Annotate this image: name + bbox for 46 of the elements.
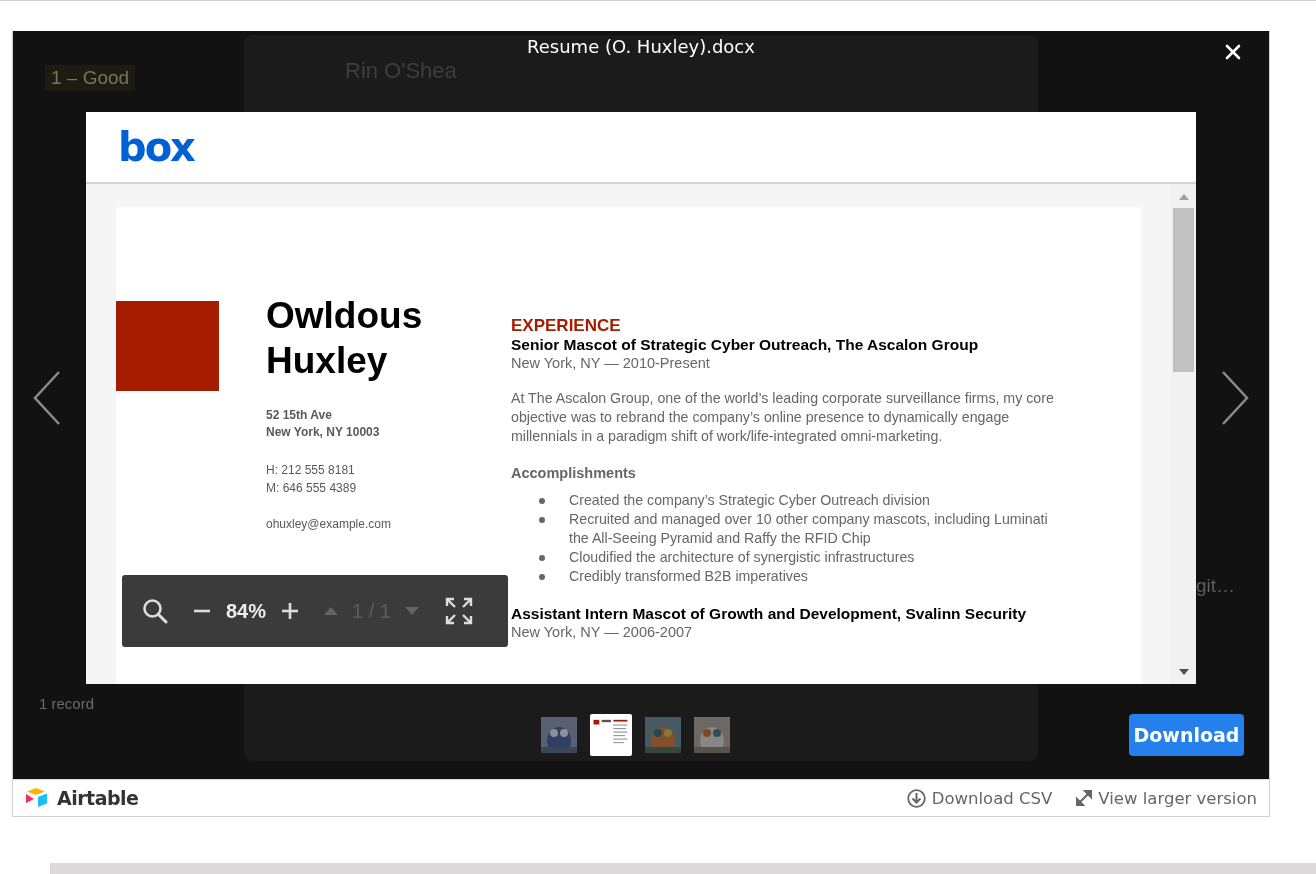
- phone-number: H: 212 555 8181: [266, 462, 356, 479]
- bullet-icon: [539, 555, 545, 561]
- download-button[interactable]: Download: [1129, 714, 1244, 756]
- bullet-text: Credibly transformed B2B imperatives: [569, 567, 808, 586]
- fullscreen-icon[interactable]: [444, 597, 473, 625]
- close-icon[interactable]: [1225, 44, 1241, 60]
- bullet-icon: [539, 517, 545, 523]
- job-title: Assistant Intern Mascot of Growth and Development, Svalinn Security: [511, 604, 1028, 623]
- phone-number: M: 646 555 4389: [266, 480, 358, 497]
- job-location-dates: New York, NY — 2010-Present: [511, 354, 711, 373]
- resume-name: Owldous: [266, 294, 424, 338]
- record-count: 1 record: [39, 695, 95, 712]
- thumbnail[interactable]: [541, 717, 577, 753]
- scrollbar[interactable]: [1171, 184, 1196, 684]
- box-logo: box: [118, 127, 194, 167]
- expand-icon: [1076, 790, 1093, 806]
- job-summary: At The Ascalon Group, one of the world’s leading corporate surveillance firms, my core objective was to rebrand the company’s online presence to dynamically engage millennials in a paradigm shift of work/life-integrated omni-marketing.: [511, 389, 1055, 446]
- footer-link[interactable]: Download CSV: [906, 788, 1053, 808]
- download-icon: [906, 788, 926, 808]
- rating-tag: 1 – Good: [45, 65, 136, 91]
- job-location-dates: New York, NY — 2006-2007: [511, 623, 694, 642]
- zoom-level: 84%: [226, 599, 267, 623]
- file-title: Resume (O. Huxley).docx: [527, 36, 755, 59]
- bullet-icon: [539, 498, 545, 504]
- bullet-text: Created the company’s Strategic Cyber Outreach division: [569, 491, 930, 510]
- bullet-text: Recruited and managed over 10 other company mascots, including Luminati the All-Seeing Pyramid and Raffy the RFID Chip: [569, 510, 1049, 548]
- email-address: ohuxley@example.com: [266, 517, 392, 531]
- address-line: New York, NY 10003: [266, 424, 381, 441]
- footer-link[interactable]: View larger version: [1076, 788, 1257, 808]
- airtable-wordmark: Airtable: [57, 787, 139, 809]
- field-text: git…: [1196, 575, 1236, 597]
- bullet-text: Cloudified the architecture of synergistic infrastructures: [569, 548, 915, 567]
- scroll-down-icon[interactable]: [1178, 669, 1189, 675]
- job-title: Senior Mascot of Strategic Cyber Outreach, The Ascalon Group: [511, 335, 980, 354]
- document-thumbnail-drawing: [590, 714, 632, 756]
- zoom-out-icon[interactable]: [194, 609, 210, 613]
- thumbnail[interactable]: [694, 717, 730, 753]
- address-line: 52 15th Ave: [266, 407, 333, 424]
- bullet-icon: [539, 574, 545, 580]
- section-heading: EXPERIENCE: [511, 316, 622, 335]
- zoom-in-icon[interactable]: [282, 603, 299, 619]
- thumbnail[interactable]: [590, 714, 632, 756]
- subheading: Accomplishments: [511, 464, 637, 483]
- thumbnail[interactable]: [645, 717, 681, 753]
- search-icon[interactable]: [142, 598, 168, 624]
- resume-name: Huxley: [266, 339, 389, 383]
